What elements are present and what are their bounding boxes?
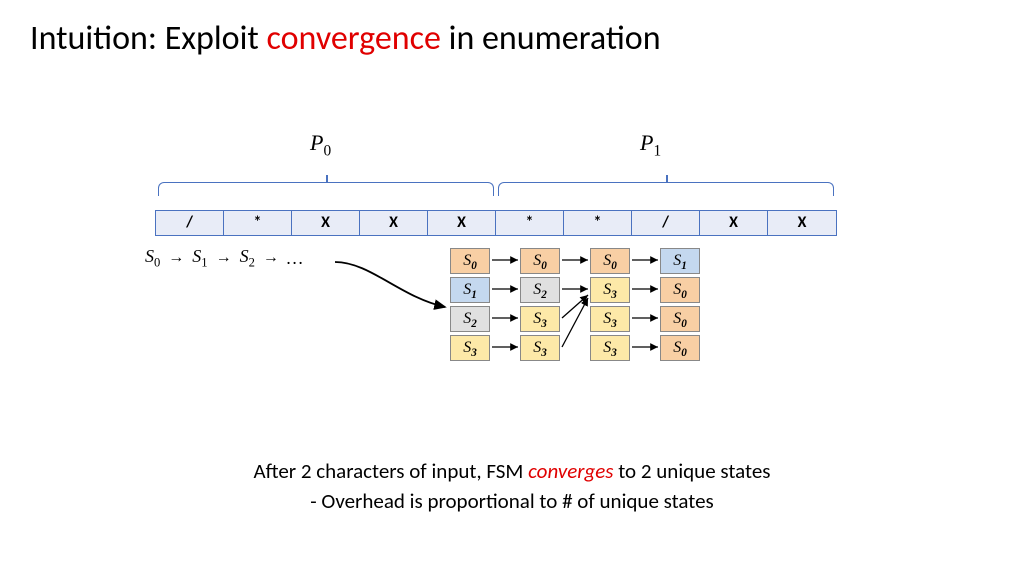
p0-sub: 0 [323,142,331,159]
arrow-icon: → [168,249,184,267]
input-row: / * X X X * * / X X [155,210,837,236]
state-row: S0 S0 S0 S1 [450,246,700,275]
arrow-icon: → [263,249,279,267]
input-cell: / [632,211,700,235]
brace-tick-p1 [666,175,668,183]
curved-arrow-icon [330,252,460,322]
state-cell: S0 [660,306,700,332]
slide-caption: After 2 characters of input, FSM converg… [0,457,1024,516]
input-cell: X [700,211,768,235]
input-cell: X [768,211,836,235]
input-cell: / [156,211,224,235]
state-cell: S3 [590,306,630,332]
state-cell: S3 [590,277,630,303]
partition-label-p0: P0 [310,130,331,160]
input-cell: * [564,211,632,235]
p1-sub: 1 [653,142,661,159]
state-cell: S2 [520,277,560,303]
state-cell: S1 [450,277,490,303]
input-cell: X [428,211,496,235]
slide-title: Intuition: Exploit convergence in enumer… [30,18,661,59]
input-cell: * [496,211,564,235]
state-cell: S0 [660,335,700,361]
brace-tick-p0 [326,175,328,183]
p1-letter: P [640,130,653,155]
state-row: S3 S3 S3 S0 [450,333,700,362]
brace-p1 [498,182,834,196]
state-row: S2 S3 S3 S0 [450,304,700,333]
p0-letter: P [310,130,323,155]
brace-p0 [158,182,494,196]
state-cell: S0 [590,248,630,274]
caption-line2: - Overhead is proportional to # of uniqu… [0,487,1024,516]
state-s2: S2 [240,246,255,271]
state-s1: S1 [192,246,207,271]
title-pre: Intuition: Exploit [30,18,267,59]
state-cell: S0 [450,248,490,274]
state-cell: S2 [450,306,490,332]
state-cell: S1 [660,248,700,274]
state-grid: S0 S0 S0 S1 S1 S2 S3 S0 S2 S3 S3 S0 S3 S… [450,246,700,362]
input-cell: X [292,211,360,235]
state-s0: S0 [145,246,160,271]
state-chain: S0 → S1 → S2 → … [145,246,303,271]
input-cell: X [360,211,428,235]
state-cell: S0 [660,277,700,303]
arrow-icon: → [216,249,232,267]
state-cell: S0 [520,248,560,274]
title-post: in enumeration [441,18,661,59]
caption-emphasis: converges [528,458,613,484]
partition-label-p1: P1 [640,130,661,160]
input-cell: * [224,211,292,235]
state-dots: … [287,248,303,269]
state-cell: S3 [520,306,560,332]
state-cell: S3 [520,335,560,361]
title-highlight: convergence [267,18,441,59]
state-row: S1 S2 S3 S0 [450,275,700,304]
state-cell: S3 [450,335,490,361]
caption-line1: After 2 characters of input, FSM converg… [0,457,1024,486]
state-cell: S3 [590,335,630,361]
